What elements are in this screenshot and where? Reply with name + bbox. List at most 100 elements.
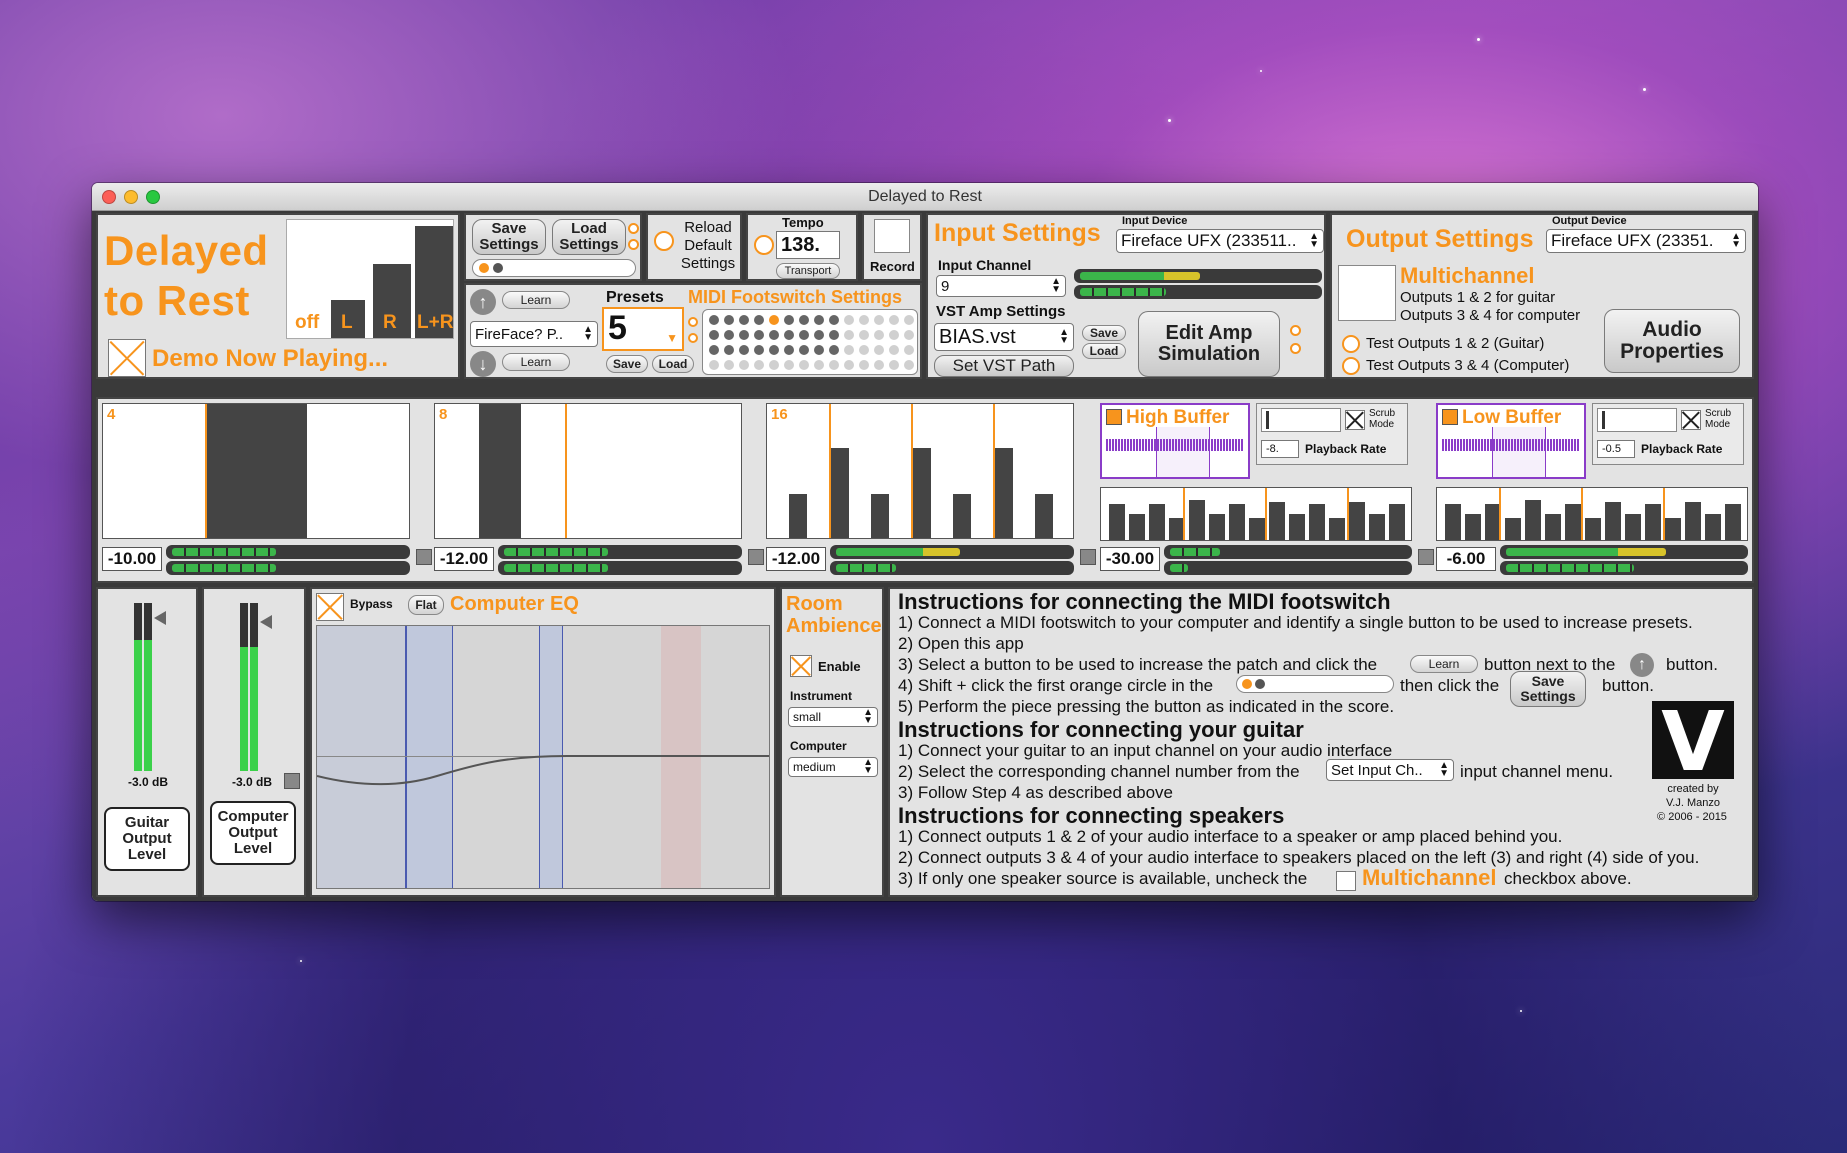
routing-l[interactable]: L: [341, 312, 353, 334]
footswitch-dot[interactable]: [829, 315, 839, 325]
low-buffer-rate-field[interactable]: -0.5: [1597, 440, 1635, 458]
edit-amp-simulation-button[interactable]: Edit Amp Simulation: [1138, 311, 1280, 377]
tempo-field[interactable]: 138.: [776, 231, 840, 259]
midi-device-menu[interactable]: FireFace? P.. ▲ ▼: [470, 321, 598, 347]
footswitch-dot[interactable]: [859, 330, 869, 340]
eq-graph[interactable]: [316, 625, 770, 889]
minimize-window-icon[interactable]: [124, 190, 138, 204]
footswitch-dot[interactable]: [814, 345, 824, 355]
footswitch-dot[interactable]: [874, 315, 884, 325]
routing-lr[interactable]: L+R: [417, 312, 453, 334]
high-buffer-scrub-slider[interactable]: [1261, 408, 1341, 432]
close-window-icon[interactable]: [102, 190, 116, 204]
footswitch-dot[interactable]: [709, 345, 719, 355]
footswitch-dot[interactable]: [784, 345, 794, 355]
footswitch-dot[interactable]: [874, 330, 884, 340]
footswitch-dot[interactable]: [889, 315, 899, 325]
footswitch-dot[interactable]: [814, 315, 824, 325]
demo-toggle[interactable]: [108, 339, 146, 377]
computer-level-handle-icon[interactable]: [260, 615, 272, 629]
input-device-menu[interactable]: Fireface UFX (233511.. ▲ ▼: [1116, 229, 1324, 253]
footswitch-dot[interactable]: [829, 345, 839, 355]
footswitch-dot[interactable]: [739, 360, 749, 370]
footswitch-dot[interactable]: [859, 345, 869, 355]
low-buffer-scrub-slider[interactable]: [1597, 408, 1677, 432]
set-vst-path-button[interactable]: Set VST Path: [934, 355, 1074, 377]
footswitch-dot[interactable]: [769, 360, 779, 370]
low-buffer-scrub-toggle[interactable]: [1681, 410, 1701, 430]
footswitch-dot[interactable]: [814, 360, 824, 370]
maximize-window-icon[interactable]: [146, 190, 160, 204]
reload-default-button[interactable]: [654, 231, 674, 251]
low-buffer-toggle[interactable]: [1442, 409, 1458, 425]
high-buffer-rate-field[interactable]: -8.: [1261, 440, 1299, 458]
preset-load-button[interactable]: Load: [652, 355, 694, 373]
multichannel-checkbox[interactable]: [1338, 265, 1396, 321]
test-outputs-34-button[interactable]: [1342, 357, 1360, 375]
high-buffer-waveform[interactable]: High Buffer: [1100, 403, 1250, 479]
load-settings-button[interactable]: Load Settings: [552, 219, 626, 255]
footswitch-dot[interactable]: [844, 360, 854, 370]
footswitch-dot[interactable]: [874, 360, 884, 370]
footswitch-dot[interactable]: [904, 330, 914, 340]
delay-8-db[interactable]: -12.00: [434, 547, 494, 571]
delay-8-toggle[interactable]: [748, 549, 764, 565]
guitar-level-handle-icon[interactable]: [154, 611, 166, 625]
footswitch-dot[interactable]: [799, 345, 809, 355]
delay-16-db[interactable]: -12.00: [766, 547, 826, 571]
footswitch-dot[interactable]: [844, 315, 854, 325]
footswitch-dot[interactable]: [754, 315, 764, 325]
preset-down-icon[interactable]: ↓: [470, 351, 496, 377]
footswitch-dot[interactable]: [724, 315, 734, 325]
test-outputs-12-button[interactable]: [1342, 335, 1360, 353]
footswitch-dot[interactable]: [769, 345, 779, 355]
vst-save-button[interactable]: Save: [1082, 325, 1126, 341]
high-buffer-db[interactable]: -30.00: [1100, 547, 1160, 571]
vst-load-button[interactable]: Load: [1082, 343, 1126, 359]
delay-8-display[interactable]: 8: [434, 403, 742, 539]
footswitch-dot[interactable]: [799, 330, 809, 340]
computer-level-slider[interactable]: [234, 597, 274, 773]
footswitch-dot[interactable]: [709, 315, 719, 325]
footswitch-dot[interactable]: [754, 330, 764, 340]
footswitch-dot[interactable]: [724, 330, 734, 340]
settings-preset-slider[interactable]: [472, 259, 636, 277]
delay-4-display[interactable]: 4: [102, 403, 410, 539]
speakers-step-3-checkbox[interactable]: [1336, 871, 1356, 891]
learn-down-button[interactable]: Learn: [502, 353, 570, 371]
save-settings-button[interactable]: Save Settings: [472, 219, 546, 255]
delay-16-toggle[interactable]: [1080, 549, 1096, 565]
midi-step-3-learn-button[interactable]: Learn: [1410, 655, 1478, 673]
footswitch-dot[interactable]: [799, 315, 809, 325]
computer-level-toggle[interactable]: [284, 773, 300, 789]
footswitch-dot[interactable]: [844, 345, 854, 355]
footswitch-matrix[interactable]: [702, 309, 918, 375]
footswitch-dot[interactable]: [784, 315, 794, 325]
footswitch-dot[interactable]: [829, 360, 839, 370]
footswitch-dot[interactable]: [754, 360, 764, 370]
footswitch-dot[interactable]: [799, 360, 809, 370]
ambience-computer-menu[interactable]: medium ▲ ▼: [788, 757, 878, 777]
ambience-instrument-menu[interactable]: small ▲ ▼: [788, 707, 878, 727]
footswitch-dot[interactable]: [709, 330, 719, 340]
guitar-level-slider[interactable]: [128, 597, 168, 773]
footswitch-dot[interactable]: [769, 315, 779, 325]
routing-r[interactable]: R: [383, 312, 397, 334]
record-toggle[interactable]: [874, 219, 910, 253]
high-buffer-scrub-toggle[interactable]: [1345, 410, 1365, 430]
footswitch-dot[interactable]: [769, 330, 779, 340]
footswitch-dot[interactable]: [739, 330, 749, 340]
preset-number-box[interactable]: 5 ▼: [602, 307, 684, 351]
low-buffer-sequence[interactable]: [1436, 487, 1748, 541]
footswitch-dot[interactable]: [739, 345, 749, 355]
low-buffer-db[interactable]: -6.00: [1436, 547, 1496, 571]
midi-step-4-save-button[interactable]: Save Settings: [1510, 671, 1586, 707]
ambience-enable-toggle[interactable]: [790, 655, 812, 677]
footswitch-dot[interactable]: [844, 330, 854, 340]
footswitch-dot[interactable]: [904, 360, 914, 370]
footswitch-dot[interactable]: [784, 360, 794, 370]
delay-4-toggle[interactable]: [416, 549, 432, 565]
learn-up-button[interactable]: Learn: [502, 291, 570, 309]
footswitch-dot[interactable]: [904, 345, 914, 355]
footswitch-dot[interactable]: [859, 315, 869, 325]
